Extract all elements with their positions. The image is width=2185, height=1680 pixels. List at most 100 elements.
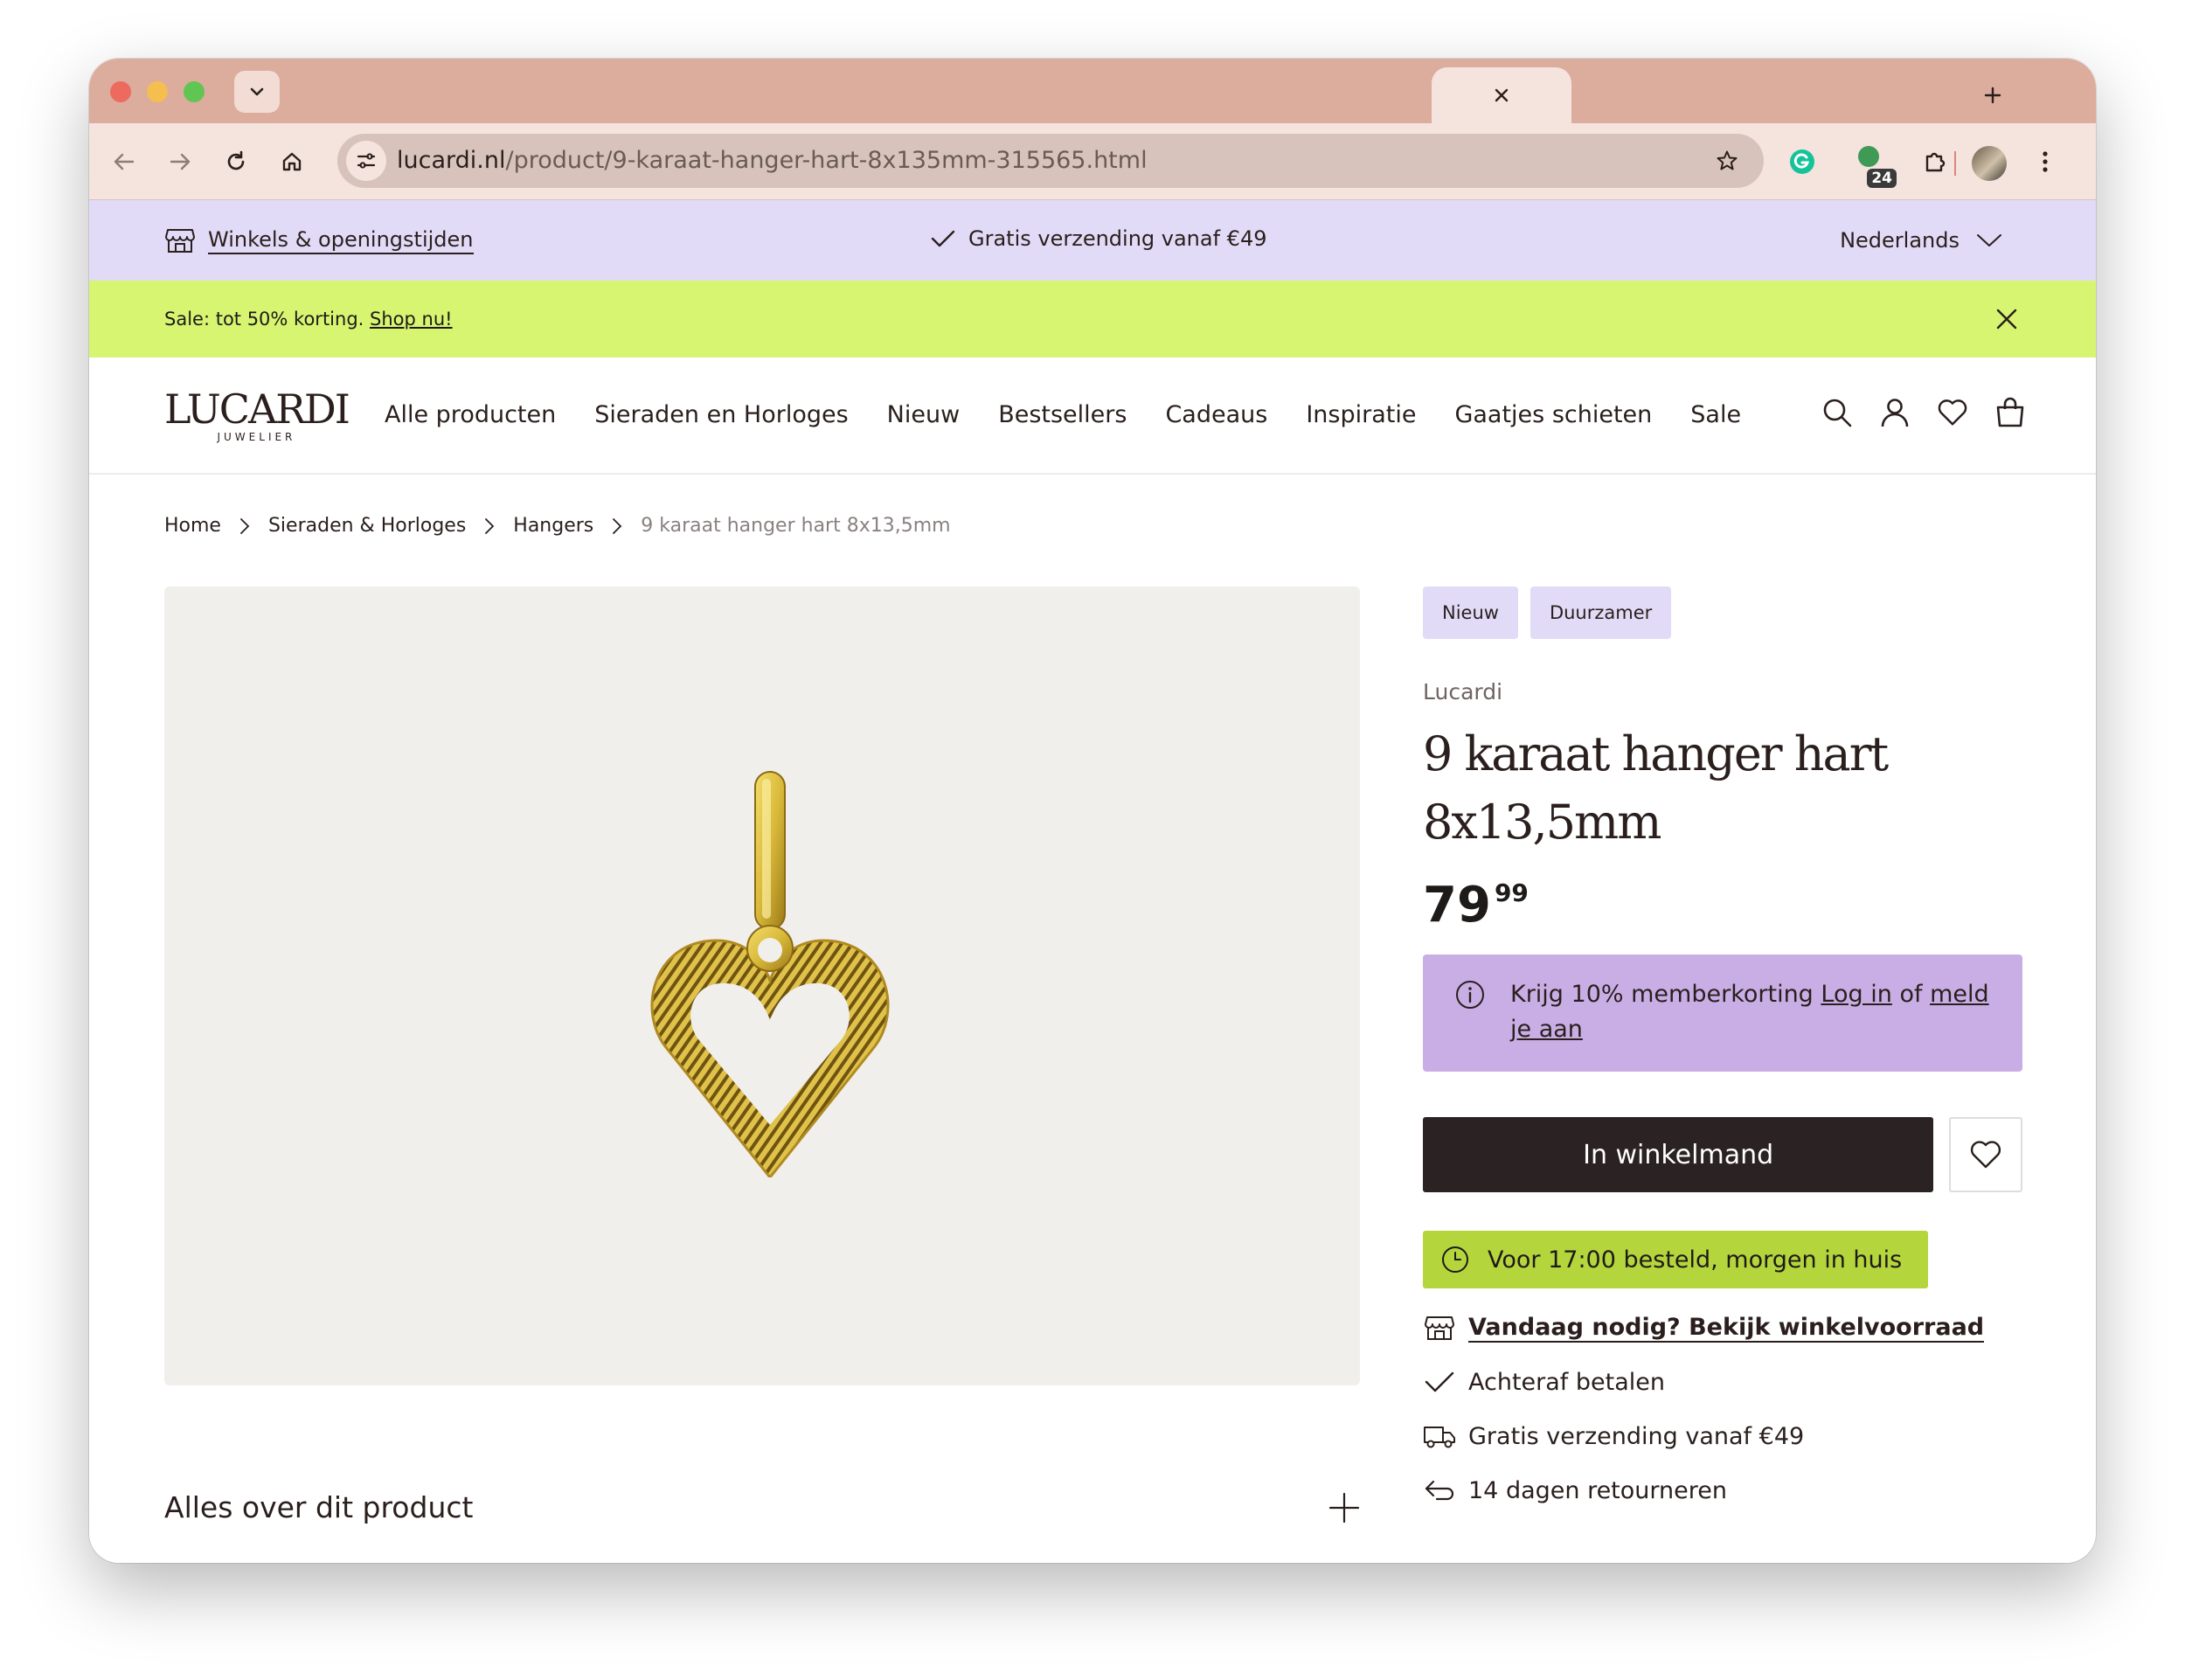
search-button[interactable] xyxy=(1821,396,1853,429)
nav-item-inspiratie[interactable]: Inspiratie xyxy=(1306,401,1416,428)
tab-search-button[interactable] xyxy=(234,71,280,113)
tune-icon xyxy=(357,153,376,169)
star-icon xyxy=(1717,150,1738,170)
browser-toolbar: lucardi.nl/product/9-karaat-hanger-hart-… xyxy=(89,123,2096,200)
profile-avatar[interactable] xyxy=(1972,146,2007,181)
account-button[interactable] xyxy=(1879,396,1911,429)
accordion-title: Alles over dit product xyxy=(164,1490,474,1524)
tab-strip xyxy=(89,59,2096,123)
add-to-wishlist-button[interactable] xyxy=(1949,1117,2022,1192)
language-label: Nederlands xyxy=(1840,228,1960,253)
breadcrumb-current: 9 karaat hanger hart 8x13,5mm xyxy=(641,515,951,537)
nav-item-gaatjes-schieten[interactable]: Gaatjes schieten xyxy=(1454,401,1652,428)
product-brand[interactable]: Lucardi xyxy=(1423,679,2022,705)
more-vert-icon xyxy=(2043,151,2048,172)
usp-free-shipping: Gratis verzending vanaf €49 xyxy=(1423,1420,2022,1453)
heart-pendant-image xyxy=(650,771,890,1177)
nav-menu: Alle producten Sieraden en Horloges Nieu… xyxy=(385,401,1779,428)
heart-icon xyxy=(1971,1141,2001,1169)
price-integer: 79 xyxy=(1423,877,1491,934)
close-window-button[interactable] xyxy=(110,81,131,102)
nav-item-alle-producten[interactable]: Alle producten xyxy=(385,401,556,428)
login-link[interactable]: Log in xyxy=(1821,981,1891,1008)
minimize-window-button[interactable] xyxy=(147,81,168,102)
site-info-button[interactable] xyxy=(346,141,386,181)
grammarly-icon xyxy=(1790,149,1814,174)
stores-link[interactable]: Winkels & openingstijden xyxy=(164,226,474,254)
back-button[interactable] xyxy=(105,142,143,181)
close-icon xyxy=(1996,309,2017,330)
close-tab-icon[interactable] xyxy=(1493,87,1510,104)
badge-sustainable: Duurzamer xyxy=(1530,587,1672,639)
delivery-text: Voor 17:00 besteld, morgen in huis xyxy=(1488,1246,1903,1274)
product-title: 9 karaat hanger hart 8x13,5mm xyxy=(1423,720,2022,857)
delivery-badge: Voor 17:00 besteld, morgen in huis xyxy=(1423,1231,1929,1288)
chevron-right-icon xyxy=(611,517,623,535)
chevron-down-icon xyxy=(1977,234,2001,246)
usp-pay-later-label: Achteraf betalen xyxy=(1468,1368,1665,1396)
buy-row: In winkelmand xyxy=(1423,1117,2022,1192)
reload-button[interactable] xyxy=(217,142,255,181)
close-banner-button[interactable] xyxy=(1993,305,2021,333)
usp-returns: 14 dagen retourneren xyxy=(1423,1474,2022,1507)
reload-icon xyxy=(227,150,245,170)
shipping-label: Gratis verzending vanaf €49 xyxy=(968,226,1267,251)
arrow-left-icon xyxy=(114,153,135,170)
wishlist-button[interactable] xyxy=(1937,396,1968,429)
grammarly-extension[interactable] xyxy=(1783,142,1821,181)
store-stock-label: Vandaag nodig? Bekijk winkelvoorraad xyxy=(1468,1313,1985,1343)
address-bar[interactable]: lucardi.nl/product/9-karaat-hanger-hart-… xyxy=(337,134,1764,188)
extensions-button[interactable] xyxy=(1916,142,1954,181)
url-text[interactable]: lucardi.nl/product/9-karaat-hanger-hart-… xyxy=(397,147,1148,174)
nav-item-sieraden-en-horloges[interactable]: Sieraden en Horloges xyxy=(594,401,848,428)
bookmark-button[interactable] xyxy=(1708,142,1746,180)
forward-button[interactable] xyxy=(161,142,199,181)
extension-badge-count: 24 xyxy=(1867,169,1897,188)
nav-item-bestsellers[interactable]: Bestsellers xyxy=(998,401,1127,428)
shopping-bag-icon xyxy=(1996,397,2024,427)
language-selector[interactable]: Nederlands xyxy=(1840,228,2003,253)
product-details-accordion[interactable]: Alles over dit product xyxy=(164,1490,1360,1524)
sale-message: Sale: tot 50% korting. Shop nu! xyxy=(164,309,453,330)
product-image[interactable] xyxy=(164,587,1360,1385)
plus-icon xyxy=(1328,1492,1360,1523)
extension-with-badge[interactable]: 24 xyxy=(1855,144,1897,188)
badge-new: Nieuw xyxy=(1423,587,1518,639)
web-page: Winkels & openingstijden Gratis verzendi… xyxy=(89,200,2096,1563)
plus-icon xyxy=(1984,87,2001,104)
clock-icon xyxy=(1442,1246,1468,1273)
usp-returns-label: 14 dagen retourneren xyxy=(1468,1476,1727,1504)
product-price: 79 99 xyxy=(1423,881,2022,930)
nav-item-cadeaus[interactable]: Cadeaus xyxy=(1165,401,1267,428)
breadcrumb-home[interactable]: Home xyxy=(164,515,221,537)
return-arrow-icon xyxy=(1423,1474,1456,1507)
add-to-cart-button[interactable]: In winkelmand xyxy=(1423,1117,1934,1192)
nav-item-nieuw[interactable]: Nieuw xyxy=(887,401,961,428)
home-button[interactable] xyxy=(273,142,311,181)
logo-subtitle: JUWELIER xyxy=(217,431,296,443)
toolbar-separator xyxy=(1954,151,1956,176)
product-badges: Nieuw Duurzamer xyxy=(1423,587,2022,639)
chevron-down-icon xyxy=(250,87,264,96)
site-logo[interactable]: LUCARDI JUWELIER xyxy=(164,385,350,443)
nav-item-sale[interactable]: Sale xyxy=(1690,401,1741,428)
check-icon xyxy=(931,230,955,247)
main-navigation: LUCARDI JUWELIER Alle producten Sieraden… xyxy=(89,358,2096,475)
browser-menu-button[interactable] xyxy=(2026,142,2064,181)
new-tab-button[interactable] xyxy=(1973,76,2012,115)
shop-now-link[interactable]: Shop nu! xyxy=(370,309,453,330)
breadcrumb-sieraden-horloges[interactable]: Sieraden & Horloges xyxy=(268,515,466,537)
product-title-line2: 8x13,5mm xyxy=(1423,795,1661,850)
store-stock-link[interactable]: Vandaag nodig? Bekijk winkelvoorraad xyxy=(1423,1311,2022,1344)
breadcrumb-hangers[interactable]: Hangers xyxy=(513,515,593,537)
logo-wordmark: LUCARDI xyxy=(164,385,350,433)
member-discount-box: Krijg 10% memberkorting Log in of meld j… xyxy=(1423,955,2022,1072)
cart-button[interactable] xyxy=(1994,396,2026,429)
url-path: /product/9-karaat-hanger-hart-8x135mm-31… xyxy=(505,147,1148,174)
member-text: Krijg 10% memberkorting xyxy=(1510,981,1814,1008)
active-tab[interactable] xyxy=(1432,67,1571,123)
store-icon xyxy=(165,229,195,253)
maximize-window-button[interactable] xyxy=(184,81,205,102)
price-decimals: 99 xyxy=(1494,878,1529,907)
info-icon xyxy=(1456,981,1484,1009)
